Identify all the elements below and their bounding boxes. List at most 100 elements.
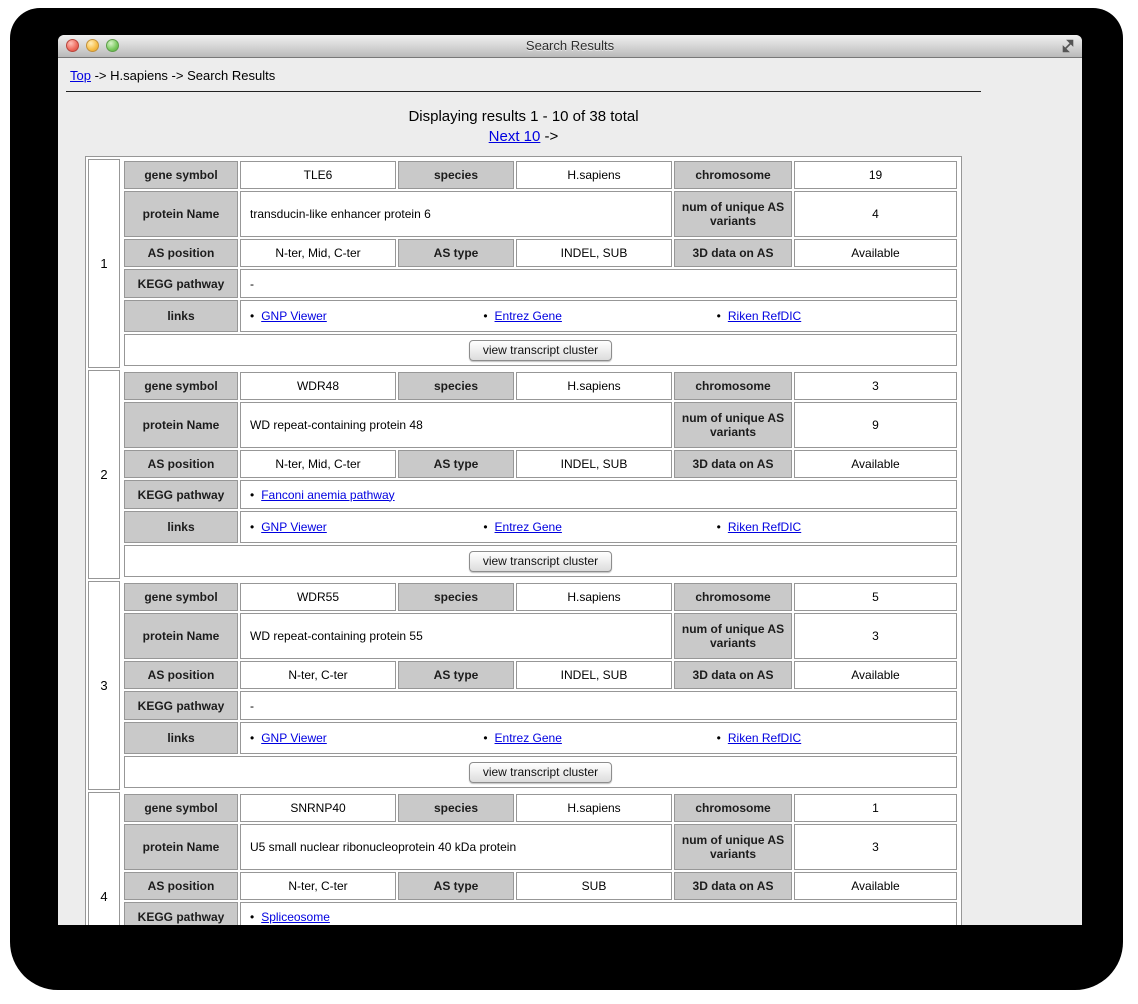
table-row: 4 gene symbol SNRNP40 species H.sapiens … xyxy=(88,792,959,925)
view-transcript-cluster-button[interactable]: view transcript cluster xyxy=(468,761,613,783)
riken-refdic-link[interactable]: Riken RefDIC xyxy=(728,520,801,534)
chromosome-label: chromosome xyxy=(674,794,792,822)
kegg-label: KEGG pathway xyxy=(124,269,238,298)
riken-refdic-link[interactable]: Riken RefDIC xyxy=(728,309,801,323)
chromosome-value: 1 xyxy=(794,794,957,822)
protein-name-value: WD repeat-containing protein 55 xyxy=(240,613,672,659)
view-transcript-cluster-button[interactable]: view transcript cluster xyxy=(468,339,613,361)
gene-symbol-label: gene symbol xyxy=(124,583,238,611)
3d-data-value: Available xyxy=(794,450,957,478)
3d-data-label: 3D data on AS xyxy=(674,450,792,478)
entrez-gene-link[interactable]: Entrez Gene xyxy=(495,520,562,534)
screenshot-stage: Search Results Top -> H.sapiens -> Searc… xyxy=(0,0,1138,1004)
protein-name-value: transducin-like enhancer protein 6 xyxy=(240,191,672,237)
chromosome-label: chromosome xyxy=(674,372,792,400)
as-position-value: N-ter, C-ter xyxy=(240,872,396,900)
links-row: GNP Viewer Entrez Gene Riken RefDIC xyxy=(250,520,950,534)
result-number: 3 xyxy=(88,581,120,790)
entry-table: gene symbol WDR48 species H.sapiens chro… xyxy=(122,370,959,579)
gnp-viewer-link[interactable]: GNP Viewer xyxy=(261,309,327,323)
entrez-gene-link[interactable]: Entrez Gene xyxy=(495,731,562,745)
kegg-label: KEGG pathway xyxy=(124,902,238,925)
entry-table: gene symbol TLE6 species H.sapiens chrom… xyxy=(122,159,959,368)
3d-data-value: Available xyxy=(794,872,957,900)
protein-name-value: WD repeat-containing protein 48 xyxy=(240,402,672,448)
protein-name-label: protein Name xyxy=(124,191,238,237)
chromosome-value: 5 xyxy=(794,583,957,611)
divider xyxy=(66,91,981,92)
next-arrow: -> xyxy=(540,128,559,145)
num-variants-value: 3 xyxy=(794,824,957,870)
species-label: species xyxy=(398,161,514,189)
bullet-icon xyxy=(483,731,487,745)
resize-icon[interactable] xyxy=(1060,38,1076,54)
kegg-label: KEGG pathway xyxy=(124,691,238,720)
links-label: links xyxy=(124,722,238,754)
page-content: Top -> H.sapiens -> Search Results Displ… xyxy=(58,58,1082,925)
bullet-icon xyxy=(250,488,254,502)
riken-refdic-link[interactable]: Riken RefDIC xyxy=(728,731,801,745)
gene-symbol-label: gene symbol xyxy=(124,161,238,189)
kegg-pathway-link[interactable]: Fanconi anemia pathway xyxy=(261,488,394,502)
species-value: H.sapiens xyxy=(516,161,672,189)
protein-name-value: U5 small nuclear ribonucleoprotein 40 kD… xyxy=(240,824,672,870)
protein-name-label: protein Name xyxy=(124,613,238,659)
3d-data-label: 3D data on AS xyxy=(674,239,792,267)
links-label: links xyxy=(124,300,238,332)
as-type-value: SUB xyxy=(516,872,672,900)
chromosome-value: 19 xyxy=(794,161,957,189)
table-row: 2 gene symbol WDR48 species H.sapiens ch… xyxy=(88,370,959,579)
num-variants-value: 3 xyxy=(794,613,957,659)
gene-symbol-value: WDR55 xyxy=(240,583,396,611)
protein-name-label: protein Name xyxy=(124,824,238,870)
next-page-link[interactable]: Next 10 xyxy=(489,128,541,145)
bullet-icon xyxy=(483,309,487,323)
as-position-value: N-ter, Mid, C-ter xyxy=(240,450,396,478)
kegg-pathway-link[interactable]: Spliceosome xyxy=(261,910,330,924)
title-bar[interactable]: Search Results xyxy=(58,35,1082,58)
gene-symbol-value: WDR48 xyxy=(240,372,396,400)
as-position-value: N-ter, C-ter xyxy=(240,661,396,689)
species-label: species xyxy=(398,372,514,400)
entry-table: gene symbol SNRNP40 species H.sapiens ch… xyxy=(122,792,959,925)
species-value: H.sapiens xyxy=(516,583,672,611)
links-label: links xyxy=(124,511,238,543)
as-type-value: INDEL, SUB xyxy=(516,661,672,689)
gnp-viewer-link[interactable]: GNP Viewer xyxy=(261,520,327,534)
entrez-gene-link[interactable]: Entrez Gene xyxy=(495,309,562,323)
as-type-label: AS type xyxy=(398,661,514,689)
kegg-value: - xyxy=(240,269,957,298)
3d-data-label: 3D data on AS xyxy=(674,872,792,900)
pagination: Next 10 -> xyxy=(66,127,981,147)
species-value: H.sapiens xyxy=(516,794,672,822)
breadcrumb-top-link[interactable]: Top xyxy=(70,68,91,83)
bullet-icon xyxy=(250,520,254,534)
num-variants-label: num of unique AS variants xyxy=(674,613,792,659)
gene-symbol-value: SNRNP40 xyxy=(240,794,396,822)
gene-symbol-label: gene symbol xyxy=(124,794,238,822)
as-type-value: INDEL, SUB xyxy=(516,239,672,267)
as-position-label: AS position xyxy=(124,450,238,478)
as-type-value: INDEL, SUB xyxy=(516,450,672,478)
as-position-value: N-ter, Mid, C-ter xyxy=(240,239,396,267)
3d-data-label: 3D data on AS xyxy=(674,661,792,689)
as-position-label: AS position xyxy=(124,661,238,689)
as-type-label: AS type xyxy=(398,239,514,267)
as-type-label: AS type xyxy=(398,872,514,900)
entry-table: gene symbol WDR55 species H.sapiens chro… xyxy=(122,581,959,790)
num-variants-value: 4 xyxy=(794,191,957,237)
bullet-icon xyxy=(250,910,254,924)
gene-symbol-value: TLE6 xyxy=(240,161,396,189)
result-number: 1 xyxy=(88,159,120,368)
gnp-viewer-link[interactable]: GNP Viewer xyxy=(261,731,327,745)
window-title: Search Results xyxy=(525,38,615,53)
results-summary: Displaying results 1 - 10 of 38 total xyxy=(408,108,639,125)
view-transcript-cluster-button[interactable]: view transcript cluster xyxy=(468,550,613,572)
species-label: species xyxy=(398,794,514,822)
results-table: 1 gene symbol TLE6 species H.sapiens chr… xyxy=(85,156,962,925)
species-label: species xyxy=(398,583,514,611)
bullet-icon xyxy=(250,309,254,323)
as-position-label: AS position xyxy=(124,872,238,900)
kegg-value: - xyxy=(240,691,957,720)
num-variants-label: num of unique AS variants xyxy=(674,191,792,237)
